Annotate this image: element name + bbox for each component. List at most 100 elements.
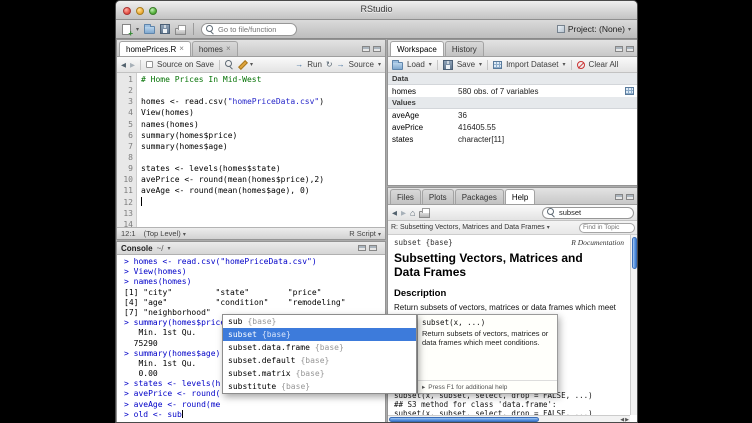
hint-arrow-icon: ▸ (422, 383, 425, 391)
new-file-dropdown-icon[interactable]: ▾ (136, 26, 139, 33)
code-tools-dropdown-icon[interactable]: ▾ (250, 61, 253, 68)
source-pane-controls (362, 46, 381, 52)
title-bar[interactable]: RStudio (116, 1, 637, 20)
import-dataset-icon[interactable] (493, 61, 502, 69)
load-button[interactable]: Load (407, 60, 425, 69)
minimize-pane-icon[interactable] (362, 46, 370, 52)
source-tabbar: homePrices.R×homes× (117, 40, 385, 57)
line-number: 4 (117, 108, 133, 119)
object-name: aveAge (392, 111, 458, 120)
code-line: aveAge <- round(mean(homes$age), 0) (141, 186, 385, 197)
source-icon[interactable]: → (337, 60, 345, 69)
minimize-pane-icon[interactable] (358, 245, 366, 251)
tab-homes[interactable]: homes× (192, 41, 238, 56)
clear-all-button[interactable]: Clear All (589, 60, 619, 69)
scope-selector[interactable]: (Top Level) ▾ (144, 229, 186, 238)
code-line: View(homes) (141, 108, 385, 119)
autocomplete-item[interactable]: subset.data.frame{base} (223, 341, 416, 354)
tab-help[interactable]: Help (505, 189, 535, 204)
code-lines[interactable]: # Home Prices In Mid-West homes <- read.… (141, 75, 385, 227)
minimize-pane-icon[interactable] (615, 46, 623, 52)
new-file-icon[interactable] (122, 24, 131, 35)
tab-packages[interactable]: Packages (455, 189, 504, 204)
breadcrumb[interactable]: R: Subsetting Vectors, Matrices and Data… (391, 224, 545, 231)
autocomplete-item[interactable]: subset{base} (223, 328, 416, 341)
autocomplete-item[interactable]: subset.default{base} (223, 354, 416, 367)
workspace-toolbar: Load ▾ Save ▾ Import Dataset ▾ Clear All (388, 57, 638, 73)
maximize-pane-icon[interactable] (626, 46, 634, 52)
source-button[interactable]: Source (349, 60, 374, 69)
load-dropdown-icon[interactable]: ▾ (429, 61, 432, 68)
maximize-pane-icon[interactable] (369, 245, 377, 251)
run-button[interactable]: Run (307, 60, 322, 69)
project-selector[interactable]: Project: (None) ▾ (557, 24, 631, 34)
clear-all-icon[interactable] (577, 61, 585, 69)
load-workspace-icon[interactable] (392, 62, 403, 70)
help-back-icon[interactable]: ◀ (392, 209, 397, 217)
help-search-box[interactable] (542, 207, 634, 219)
scroll-right-icon[interactable]: ▶ (625, 417, 629, 423)
autocomplete-item[interactable]: substitute{base} (223, 380, 416, 393)
workspace-object-row[interactable]: statescharacter[11] (388, 133, 638, 145)
autocomplete-item[interactable]: sub{base} (223, 315, 416, 328)
find-in-topic-box[interactable] (579, 223, 635, 233)
find-icon[interactable] (225, 60, 234, 69)
rerun-icon[interactable]: ↻ (326, 60, 333, 69)
breadcrumb-dropdown-icon[interactable]: ▾ (547, 224, 550, 231)
completion-package: {base} (300, 356, 329, 365)
autocomplete-popup: sub{base}subset{base}subset.data.frame{b… (222, 314, 417, 394)
scrollbar-thumb[interactable] (389, 417, 539, 422)
tab-files[interactable]: Files (390, 189, 421, 204)
help-print-icon[interactable] (419, 211, 430, 218)
wd-dropdown-icon[interactable]: ▾ (167, 245, 170, 252)
vertical-scrollbar[interactable] (630, 235, 638, 415)
find-in-topic-input[interactable] (583, 224, 631, 231)
save-dropdown-icon[interactable]: ▾ (479, 61, 482, 68)
import-dataset-button[interactable]: Import Dataset (506, 60, 558, 69)
save-button[interactable]: Save (457, 60, 475, 69)
tab-label: History (452, 45, 477, 54)
autocomplete-item[interactable]: subset.matrix{base} (223, 367, 416, 380)
code-token: aveAge <- round(mean(homes$age), 0) (141, 186, 310, 195)
filetype-selector[interactable]: R Script ▾ (349, 229, 381, 238)
horizontal-scrollbar[interactable]: ◀ ▶ (388, 415, 630, 423)
goto-file-search[interactable] (201, 23, 297, 36)
tab-workspace[interactable]: Workspace (390, 41, 444, 56)
code-tools-icon[interactable] (238, 60, 246, 69)
tab-plots[interactable]: Plots (422, 189, 454, 204)
scrollbar-arrows[interactable]: ◀ ▶ (620, 416, 629, 423)
maximize-pane-icon[interactable] (373, 46, 381, 52)
save-workspace-icon[interactable] (443, 60, 453, 70)
workspace-object-row[interactable]: homes580 obs. of 7 variables (388, 85, 638, 97)
scroll-left-icon[interactable]: ◀ (620, 417, 624, 423)
save-icon[interactable] (160, 24, 170, 34)
back-icon[interactable]: ◀ (121, 61, 126, 69)
goto-file-input[interactable] (218, 25, 292, 34)
tab-close-icon[interactable]: × (179, 46, 184, 52)
tab-homeprices-r[interactable]: homePrices.R× (119, 41, 191, 56)
console-line: > homes <- read.csv("homePriceData.csv") (124, 257, 385, 267)
workspace-object-row[interactable]: avePrice416405.55 (388, 121, 638, 133)
help-forward-icon[interactable]: ▶ (401, 209, 406, 217)
source-on-save-checkbox[interactable] (146, 61, 153, 68)
completion-name: sub (228, 317, 242, 326)
view-data-icon[interactable] (625, 87, 634, 95)
console-pane-controls (358, 245, 377, 251)
help-home-icon[interactable]: ⌂ (410, 209, 415, 217)
scrollbar-thumb[interactable] (632, 237, 637, 269)
workspace-object-row[interactable]: aveAge36 (388, 109, 638, 121)
maximize-pane-icon[interactable] (626, 194, 634, 200)
open-file-icon[interactable] (144, 26, 155, 34)
minimize-pane-icon[interactable] (615, 194, 623, 200)
tab-close-icon[interactable]: × (226, 46, 231, 52)
code-line: states <- levels(homes$state) (141, 164, 385, 175)
import-dropdown-icon[interactable]: ▾ (563, 61, 566, 68)
code-line: # Home Prices In Mid-West (141, 75, 385, 86)
print-icon[interactable] (175, 28, 186, 35)
help-search-input[interactable] (559, 208, 629, 217)
code-editor[interactable]: 1234567891011121314 # Home Prices In Mid… (117, 73, 385, 227)
source-dropdown-icon[interactable]: ▾ (378, 61, 381, 68)
run-icon[interactable]: → (295, 60, 303, 69)
tab-history[interactable]: History (445, 41, 484, 56)
forward-icon[interactable]: ▶ (130, 61, 135, 69)
